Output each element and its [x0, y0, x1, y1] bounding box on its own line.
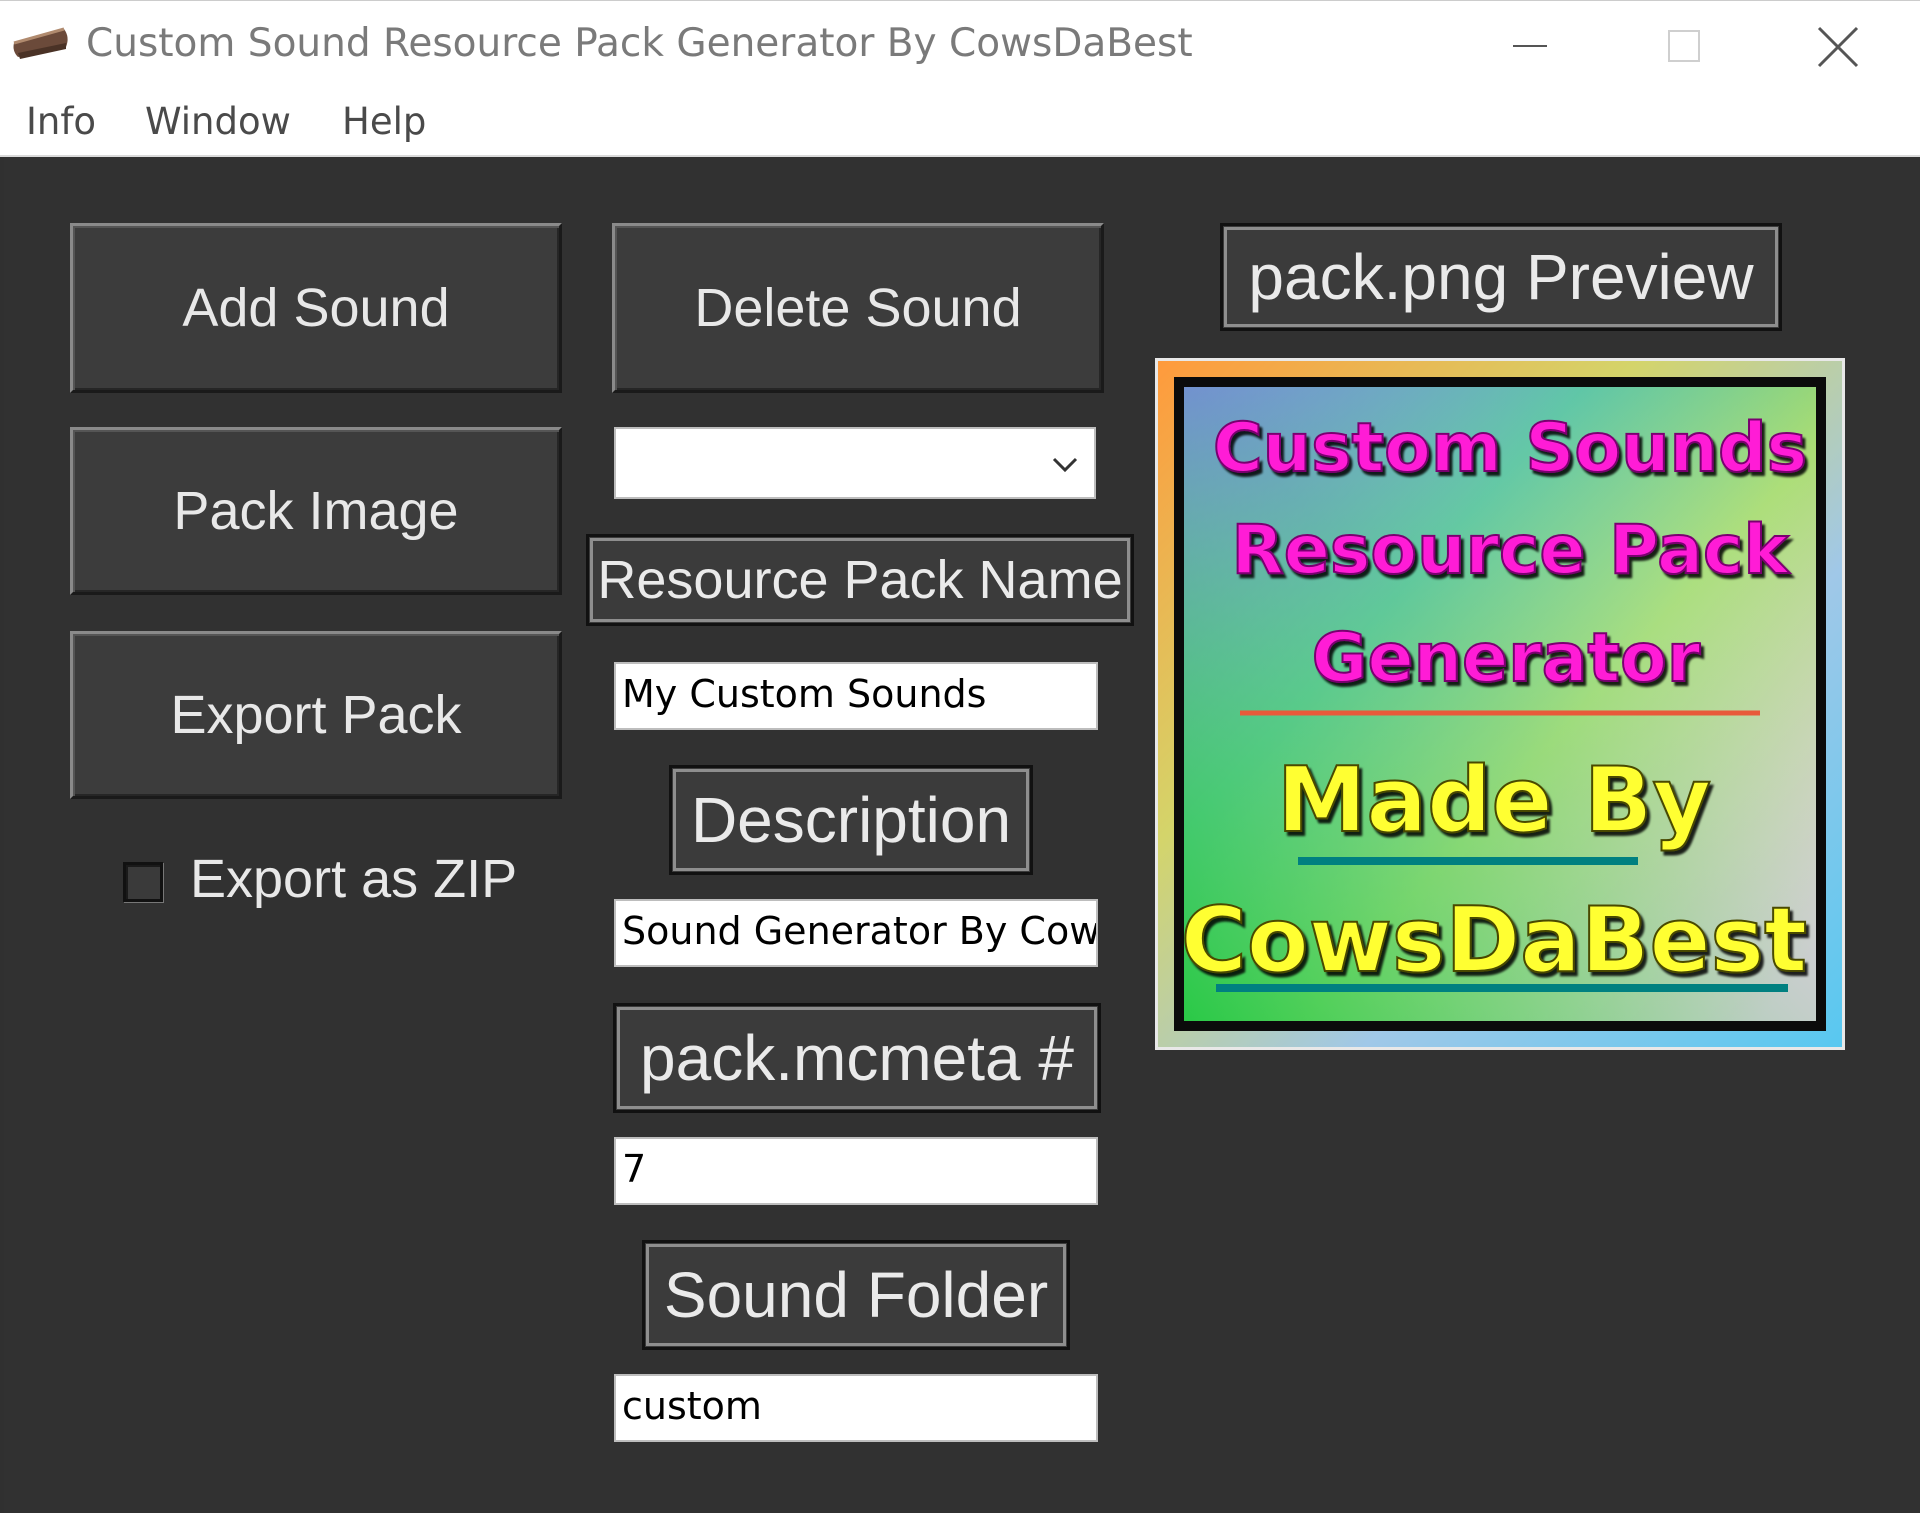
menu-help[interactable]: Help [342, 100, 426, 143]
menu-window[interactable]: Window [145, 100, 291, 143]
minimize-button[interactable] [1480, 11, 1580, 81]
add-sound-button[interactable]: Add Sound [70, 223, 562, 393]
maximize-icon [1668, 30, 1700, 62]
minimize-icon [1513, 45, 1547, 47]
sound-folder-label: Sound Folder [642, 1240, 1070, 1350]
pack-preview-label: pack.png Preview [1220, 223, 1782, 331]
export-zip-label: Export as ZIP [190, 849, 518, 909]
resource-pack-name-label: Resource Pack Name [586, 534, 1134, 626]
sound-folder-input[interactable]: custom [614, 1374, 1098, 1442]
window-title: Custom Sound Resource Pack Generator By … [86, 21, 1193, 66]
resource-pack-name-input[interactable]: My Custom Sounds [614, 662, 1098, 730]
pie-slice-icon [12, 23, 70, 65]
preview-line-4: Made By [1277, 748, 1711, 853]
menu-info[interactable]: Info [26, 100, 96, 143]
pack-image: Custom Sounds Resource Pack Generator Ma… [1158, 361, 1842, 1047]
preview-line-5: CowsDaBest [1181, 888, 1807, 993]
pack-image-preview: Custom Sounds Resource Pack Generator Ma… [1155, 358, 1845, 1050]
mcmeta-label: pack.mcmeta # [613, 1003, 1101, 1113]
menu-bar: Info Window Help [0, 90, 1920, 157]
preview-line-2: Resource Pack [1231, 511, 1790, 590]
maximize-button[interactable] [1633, 11, 1733, 81]
description-label: Description [669, 765, 1033, 875]
app-window: Custom Sound Resource Pack Generator By … [0, 0, 1920, 1513]
sound-select[interactable] [614, 427, 1096, 499]
preview-line-3: Generator [1312, 619, 1701, 698]
title-bar[interactable]: Custom Sound Resource Pack Generator By … [0, 0, 1920, 91]
preview-line-1: Custom Sounds [1213, 409, 1807, 488]
mcmeta-input[interactable]: 7 [614, 1137, 1098, 1205]
export-zip-checkbox[interactable] [123, 862, 163, 902]
pack-image-button[interactable]: Pack Image [70, 427, 562, 595]
chevron-down-icon [1052, 457, 1078, 473]
close-button[interactable] [1787, 11, 1887, 81]
close-icon [1817, 26, 1859, 68]
export-pack-button[interactable]: Export Pack [70, 631, 562, 799]
delete-sound-button[interactable]: Delete Sound [612, 223, 1104, 393]
description-input[interactable]: Sound Generator By CowsDaBest [614, 899, 1098, 967]
